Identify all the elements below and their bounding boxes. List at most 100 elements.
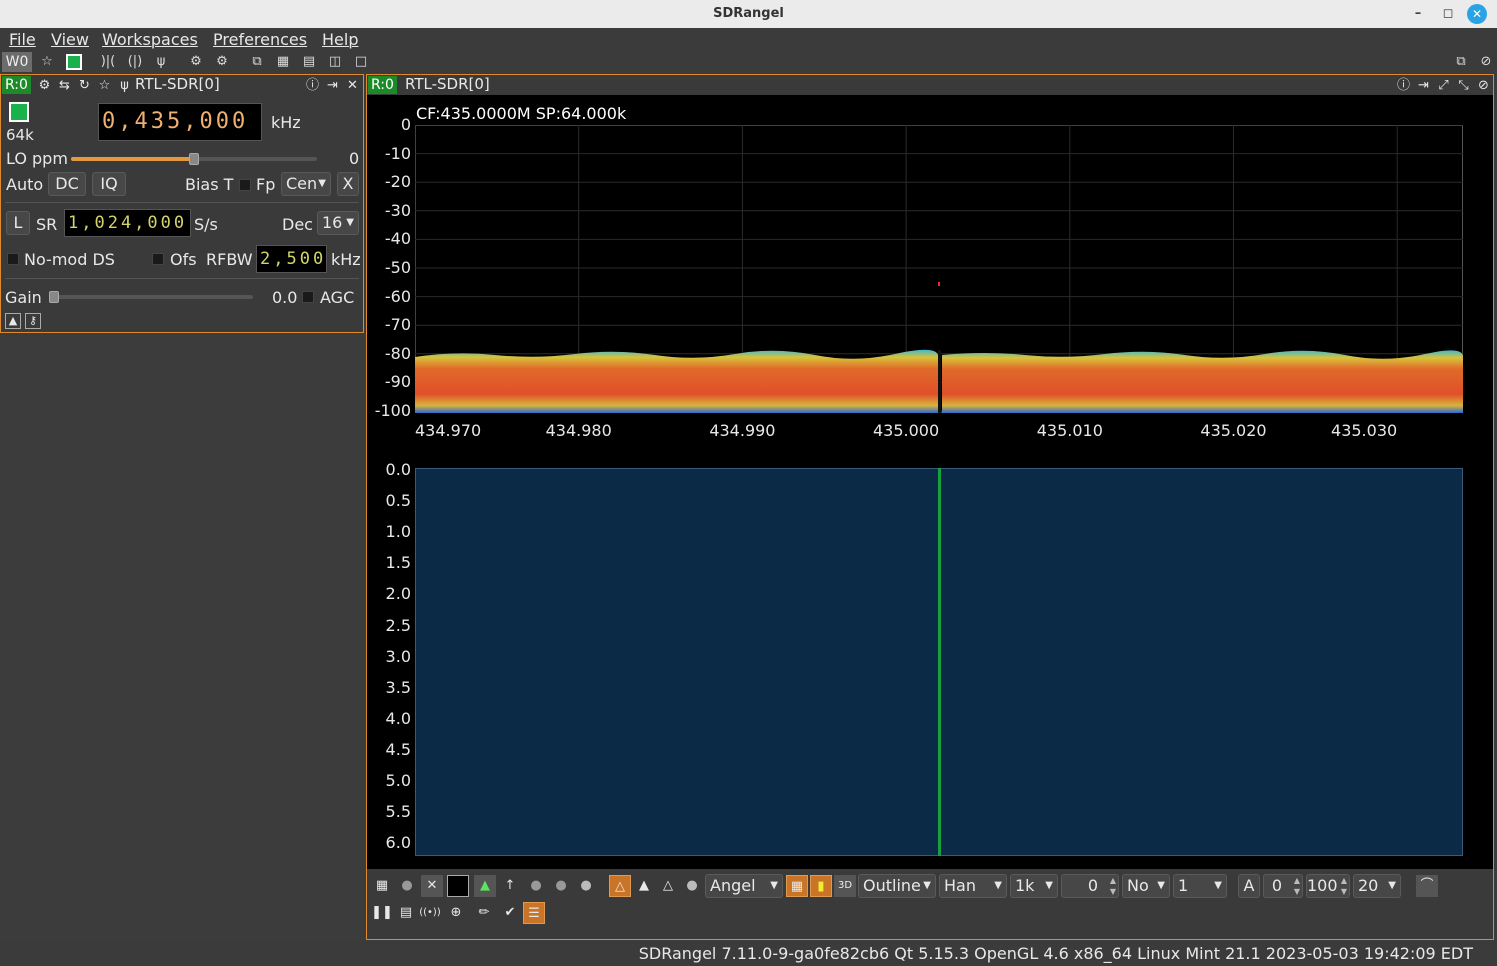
average-icon[interactable]: △ [657,875,679,897]
fft-size-select[interactable]: 1k ▼ [1010,874,1058,898]
nomod-checkbox[interactable] [7,253,19,265]
dot-icon[interactable]: ● [575,875,597,897]
range-spinner[interactable]: 100 ▲ ▼ [1306,874,1350,898]
hide-icon[interactable]: ⊘ [1475,77,1492,94]
tile-icon[interactable]: ▦ [272,52,294,72]
reload-icon[interactable]: ↻ [76,77,93,94]
rfbw-dial[interactable]: 2,500 [256,245,327,273]
network-icon[interactable]: ⚷ [25,313,41,329]
lo-ppm-value: 0 [349,149,360,168]
ofs-label: Ofs [170,250,197,269]
cascade-icon[interactable]: ⧉ [246,52,268,72]
dot-icon[interactable]: ● [525,875,547,897]
chevron-down-icon: ▼ [1388,880,1396,891]
stack-columns-icon[interactable]: ◫ [324,52,346,72]
sample-rate-dial[interactable]: 1,024,000 [64,209,191,237]
waterfall-tick-label: 4.0 [385,708,411,728]
menu-view[interactable]: View [51,30,89,49]
close-panel-icon[interactable]: ✕ [344,77,361,94]
stack-icon[interactable]: ▤ [298,52,320,72]
bias-t-checkbox[interactable] [239,179,251,191]
minimize-icon[interactable]: – [1408,4,1428,24]
window-function-select[interactable]: Han ▼ [939,874,1007,898]
waterfall-mode-icon[interactable]: ▮ [810,875,832,897]
outline-select[interactable]: Outline ▼ [858,874,936,898]
grid-icon[interactable]: ▦ [371,875,393,897]
3d-icon[interactable]: 3D [834,875,856,897]
dot-icon[interactable]: ● [681,875,703,897]
triangle-icon[interactable]: ▲ [5,313,21,329]
window-icon[interactable]: □ [350,52,372,72]
add-rx-device-icon[interactable]: )|( [97,52,119,72]
max-hold-icon[interactable]: ▲ [633,875,655,897]
chevron-down-icon: ▼ [1214,880,1222,891]
gain-handle[interactable] [49,291,59,303]
hide-icon[interactable]: ⊘ [1475,52,1497,72]
menu-preferences[interactable]: Preferences [213,30,307,49]
waterfall-grid-icon[interactable]: ▦ [786,875,808,897]
menu-list-icon[interactable]: ☰ [523,902,545,924]
settings-icon[interactable]: ⚙ [36,77,53,94]
antenna-icon[interactable]: ↑ [499,875,521,897]
save-icon[interactable]: ▤ [395,902,417,924]
ref-level-spinner[interactable]: 0 ▲ ▼ [1263,874,1303,898]
help-icon[interactable]: ⓘ [1395,77,1412,94]
y-tick-label: -60 [384,286,411,306]
expand-icon[interactable]: ⤡ [1455,77,1472,94]
l-button[interactable]: L [6,211,30,235]
fft-overlap-spinner[interactable]: 0 ▲ ▼ [1061,874,1119,898]
lo-ppm-handle[interactable] [189,153,199,165]
waterfall-plot[interactable] [415,468,1463,856]
shrink-icon[interactable]: ⤢ [1435,77,1452,94]
spectrum-display[interactable]: CF:435.0000M SP:64.000k 0 -10 -20 -30 -40 -50… [367,95,1493,869]
menu-help[interactable]: Help [322,30,358,49]
add-feature-icon[interactable]: ⚙ [185,52,207,72]
agc-checkbox[interactable] [302,291,314,303]
menu-file[interactable]: File [9,30,36,49]
gain-slider[interactable] [49,295,253,299]
start-stop-icon[interactable] [66,54,82,70]
tools-icon[interactable]: ✔ [499,902,521,924]
offset-tuning-checkbox[interactable] [152,253,164,265]
black-square-icon[interactable] [447,875,469,897]
undock-icon[interactable]: ⇥ [1415,77,1432,94]
broadcast-icon[interactable]: ((•)) [419,902,441,924]
clear-icon[interactable]: ✕ [421,875,443,897]
feature-presets-icon[interactable]: ⚙ [211,52,233,72]
dot-icon[interactable]: ● [396,875,418,897]
averaging-value-select[interactable]: 1 ▼ [1173,874,1227,898]
power-spectrum-plot[interactable] [415,125,1463,413]
decimation-select[interactable]: 16 ▼ [317,211,359,235]
dc-button[interactable]: DC [48,172,86,196]
add-mimo-device-icon[interactable]: ψ [150,52,172,72]
close-icon[interactable]: ✕ [1467,4,1487,24]
iq-button[interactable]: IQ [92,172,126,196]
workspace-button[interactable]: W0 [2,52,32,72]
preset-star-icon[interactable]: ☆ [96,77,113,94]
ruler-icon[interactable]: ✏ [473,902,495,924]
change-device-icon[interactable]: ⇆ [56,77,73,94]
averaging-mode-select[interactable]: No ▼ [1122,874,1170,898]
center-frequency-dial[interactable]: 0,435,000 [98,103,262,141]
help-icon[interactable]: ⓘ [304,77,321,94]
maximize-icon[interactable]: ◻ [1438,4,1458,24]
auto-scale-button[interactable]: A [1238,874,1260,898]
crosshair-icon[interactable]: ⊕ [445,902,467,924]
transverter-button[interactable]: X [337,172,359,196]
menu-workspaces[interactable]: Workspaces [102,30,198,49]
y-tick-label: -40 [384,229,411,249]
chevron-down-icon: ▼ [994,880,1002,891]
fc-pos-select[interactable]: Cen ▼ [281,172,331,196]
curve-icon[interactable]: ⌒ [1416,875,1438,897]
fps-select[interactable]: 20 ▼ [1353,874,1401,898]
float-icon[interactable]: ⧉ [1450,52,1472,72]
peak-hold-icon[interactable]: △ [609,875,631,897]
pause-icon[interactable]: ❚❚ [371,902,393,924]
device-start-button[interactable] [9,102,29,122]
star-icon[interactable]: ☆ [36,52,58,72]
add-tx-device-icon[interactable]: (|) [124,52,146,72]
spectrum-mode-icon[interactable]: ▲ [474,875,496,897]
undock-icon[interactable]: ⇥ [324,77,341,94]
palette-select[interactable]: Angel ▼ [705,874,783,898]
dot-icon[interactable]: ● [550,875,572,897]
